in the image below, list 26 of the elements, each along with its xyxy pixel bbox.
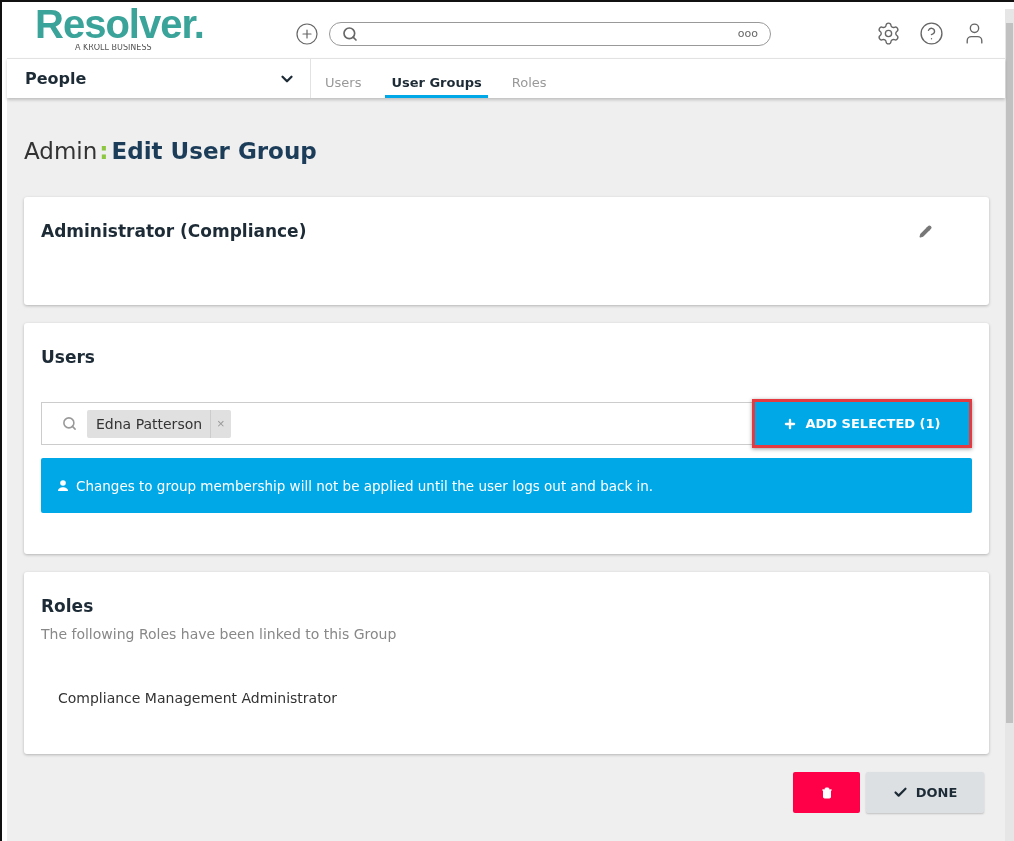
add-icon[interactable] xyxy=(295,21,319,46)
search-icon xyxy=(62,416,77,431)
section-heading: Users xyxy=(41,347,96,367)
banner-text: Changes to group membership will not be applied until the user logs out and back in. xyxy=(76,477,654,494)
logo-subtitle: A KROLL BUSINESS xyxy=(75,43,152,50)
group-name: Administrator (Compliance) xyxy=(41,221,307,241)
help-icon[interactable] xyxy=(919,21,944,46)
edit-icon[interactable] xyxy=(919,224,932,238)
user-icon xyxy=(58,480,68,491)
delete-button[interactable] xyxy=(793,772,860,813)
user-picker-field[interactable]: Edna Patterson × xyxy=(41,402,752,445)
separator: : xyxy=(99,138,109,164)
scrollbar[interactable] xyxy=(1005,9,1014,841)
role-item: Compliance Management Administrator xyxy=(58,690,338,706)
page-title: Edit User Group xyxy=(111,138,317,164)
breadcrumb: Admin xyxy=(24,138,98,164)
plus-icon xyxy=(783,416,798,431)
done-button[interactable]: DONE xyxy=(866,772,984,813)
user-tag: Edna Patterson × xyxy=(87,409,231,438)
search-icon xyxy=(342,25,358,42)
check-icon xyxy=(892,785,908,800)
section-heading: Roles xyxy=(41,596,95,616)
trash-icon xyxy=(820,786,833,799)
section-description: The following Roles have been linked to this Group xyxy=(41,626,398,642)
more-options[interactable]: ooo xyxy=(737,27,758,40)
settings-icon[interactable] xyxy=(876,21,901,46)
